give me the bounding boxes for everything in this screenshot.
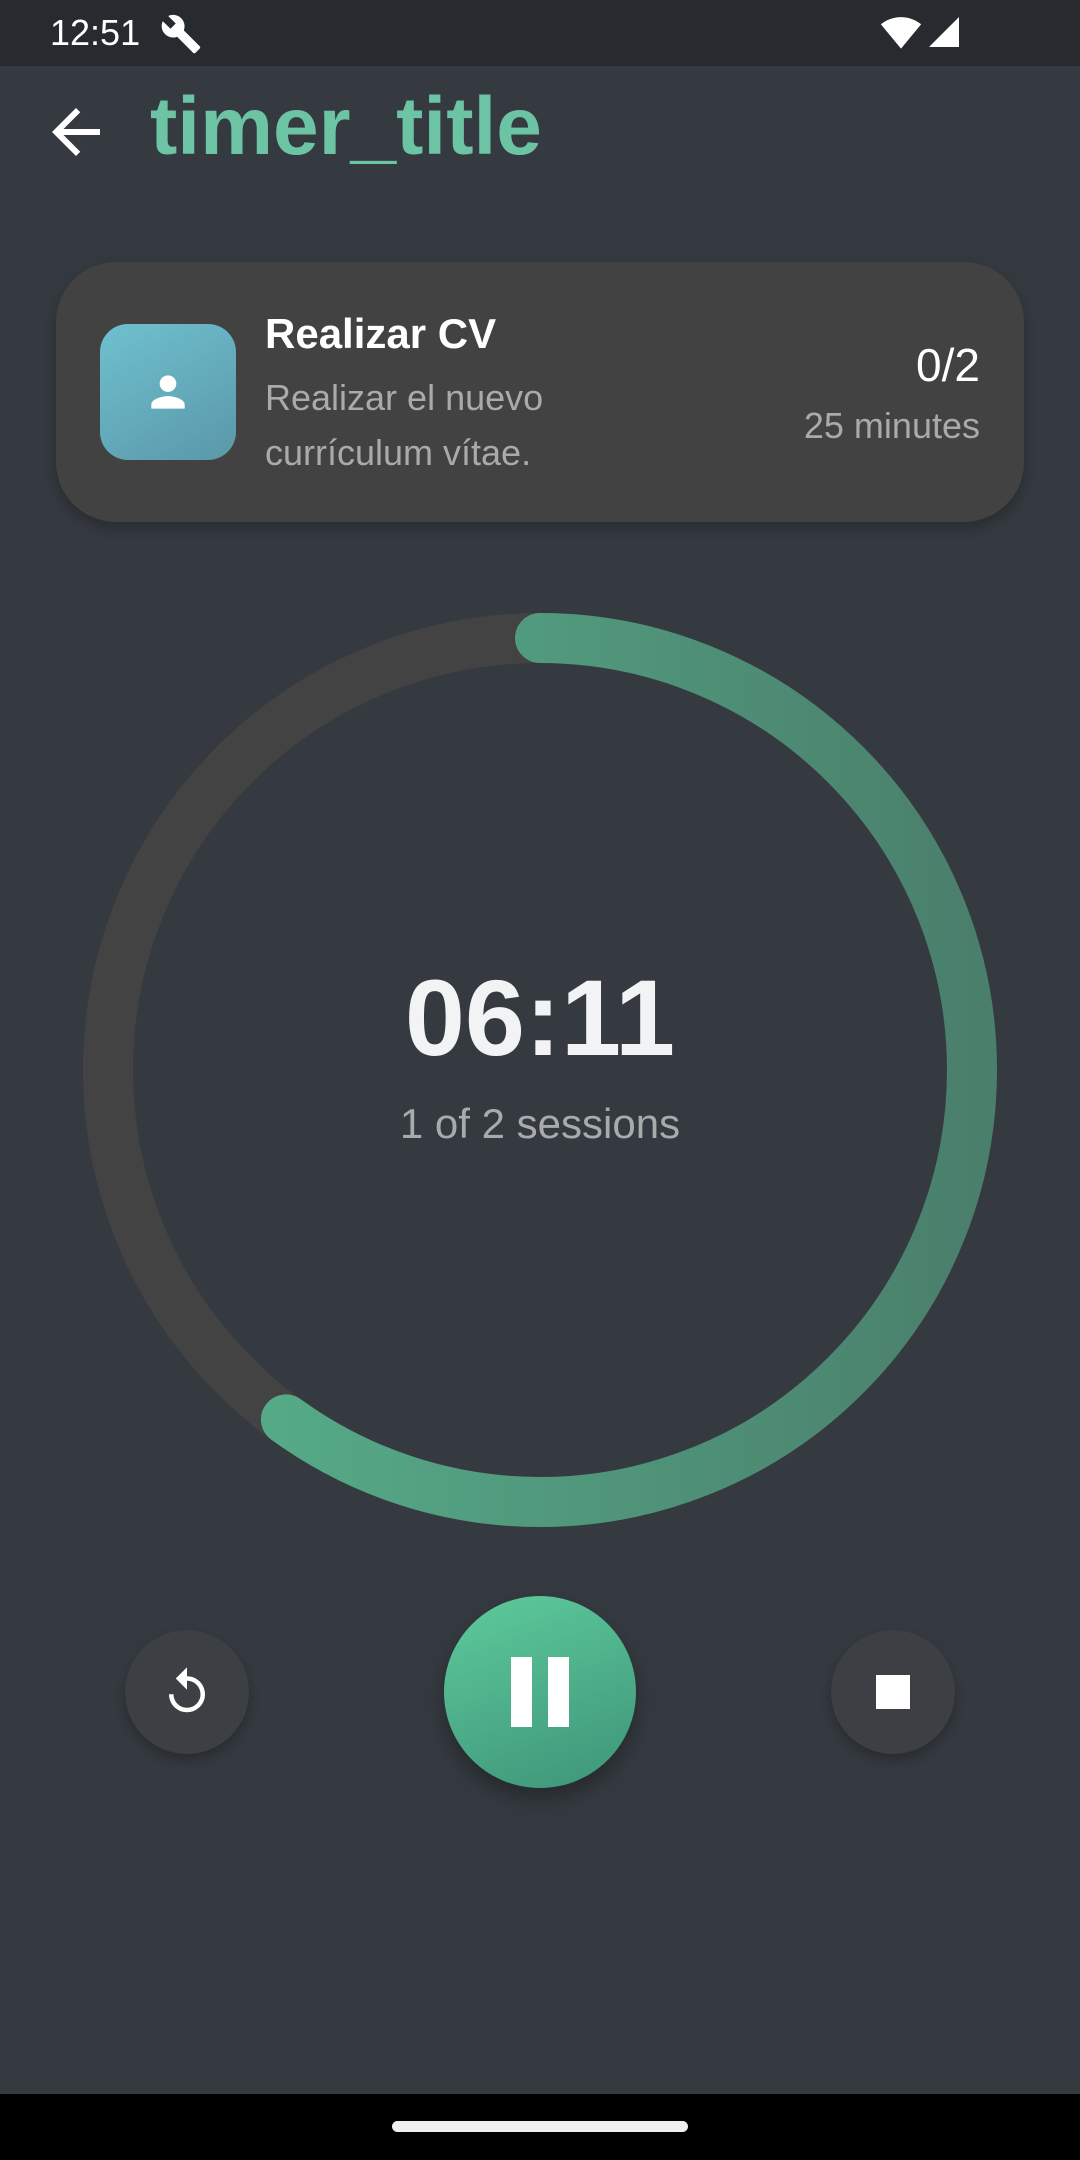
cell-signal-icon	[929, 17, 959, 47]
back-arrow-icon[interactable]	[40, 96, 112, 168]
stop-icon	[876, 1675, 910, 1709]
task-title: Realizar CV	[265, 310, 497, 357]
task-sessions-count: 0/2	[916, 339, 980, 391]
pause-icon	[511, 1657, 569, 1727]
stop-button[interactable]	[831, 1630, 955, 1754]
task-card[interactable]: Realizar CV Realizar el nuevo currículum…	[56, 262, 1024, 522]
timer-time: 06:11	[404, 957, 676, 1078]
wrench-icon	[161, 14, 201, 54]
timer-screen: 12:51 timer_title Realizar CV Realizar e…	[0, 0, 1080, 2160]
wifi-icon	[880, 17, 922, 49]
task-description: Realizar el nuevo currículum vítae.	[265, 377, 544, 473]
task-avatar	[100, 324, 236, 460]
timer-sessions-label: 1 of 2 sessions	[399, 1100, 681, 1147]
person-icon	[151, 375, 185, 409]
status-time: 12:51	[50, 12, 141, 53]
home-gesture-handle[interactable]	[392, 2121, 688, 2132]
reset-button[interactable]	[125, 1630, 249, 1754]
status-bar: 12:51	[0, 0, 1080, 66]
task-duration: 25 minutes	[803, 405, 980, 446]
page-title: timer_title	[150, 81, 542, 172]
pause-button[interactable]	[444, 1596, 636, 1788]
reset-icon	[169, 1667, 205, 1713]
